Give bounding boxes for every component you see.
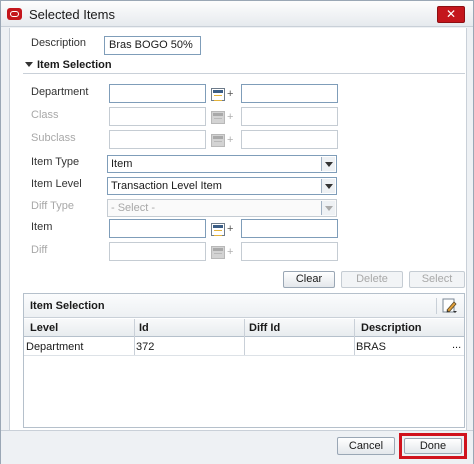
select-button: Select — [409, 271, 465, 288]
item-label: Item — [31, 221, 53, 233]
diff-desc-field — [241, 242, 338, 261]
class-desc-field — [241, 107, 338, 126]
section-divider — [23, 73, 465, 74]
collapse-arrow-icon[interactable] — [25, 62, 33, 67]
column-header-id[interactable]: Id — [139, 322, 149, 334]
diff-type-select: - Select - — [107, 199, 337, 217]
subclass-label: Subclass — [31, 132, 76, 144]
column-header-description[interactable]: Description — [361, 322, 422, 334]
cell-description: BRAS — [356, 341, 386, 353]
department-plus-icon[interactable]: + — [227, 88, 233, 100]
toolbar-separator — [436, 298, 437, 314]
edit-pencil-icon[interactable] — [442, 298, 458, 314]
cell-more-button[interactable]: ... — [452, 339, 461, 351]
selected-items-dialog: Selected Items ✕ Description Bras BOGO 5… — [0, 0, 474, 464]
cell-level: Department — [26, 341, 84, 353]
column-header-level[interactable]: Level — [30, 322, 58, 334]
done-button[interactable]: Done — [404, 438, 462, 454]
class-lov-icon — [211, 111, 225, 124]
class-input — [109, 107, 206, 126]
class-label: Class — [31, 109, 59, 121]
class-plus-icon: + — [227, 111, 234, 123]
department-lov-icon[interactable] — [211, 88, 225, 101]
cell-id: 372 — [136, 341, 155, 353]
diff-lov-icon — [211, 246, 225, 259]
subclass-plus-icon: + — [227, 134, 234, 146]
item-selection-header-label: Item Selection — [37, 59, 112, 71]
item-level-label: Item Level — [31, 178, 82, 190]
diff-input — [109, 242, 206, 261]
panel-header: Item Selection — [24, 294, 464, 318]
item-type-label: Item Type — [31, 156, 80, 168]
clear-button[interactable]: Clear — [283, 271, 335, 288]
column-header-diff-id[interactable]: Diff Id — [249, 322, 280, 334]
title-bar: Selected Items ✕ — [1, 1, 473, 27]
dialog-title: Selected Items — [29, 7, 115, 22]
panel-title: Item Selection — [30, 300, 105, 312]
chevron-down-icon — [321, 201, 335, 215]
department-label: Department — [31, 86, 89, 98]
item-selection-panel: Item Selection Level Id Diff Id Descript… — [23, 293, 465, 428]
item-level-select[interactable]: Transaction Level Item — [107, 177, 337, 195]
oracle-logo-icon — [7, 8, 22, 20]
cancel-button[interactable]: Cancel — [337, 437, 395, 455]
table-row[interactable]: Department 372 BRAS ... — [24, 338, 464, 356]
item-desc-field — [241, 219, 338, 238]
chevron-down-icon[interactable] — [321, 157, 335, 171]
item-lov-icon[interactable] — [211, 223, 225, 236]
department-desc-field — [241, 84, 338, 103]
chevron-down-icon[interactable] — [321, 179, 335, 193]
department-input[interactable] — [109, 84, 206, 103]
description-value: Bras BOGO 50% — [104, 36, 201, 55]
item-type-select[interactable]: Item — [107, 155, 337, 173]
subclass-desc-field — [241, 130, 338, 149]
description-label: Description — [31, 37, 87, 49]
diff-type-value: - Select - — [111, 202, 156, 214]
diff-label: Diff — [31, 244, 48, 256]
item-input[interactable] — [109, 219, 206, 238]
item-type-value: Item — [111, 158, 133, 170]
item-level-value: Transaction Level Item — [111, 180, 222, 192]
item-selection-header[interactable]: Item Selection — [25, 59, 112, 71]
diff-plus-icon: + — [227, 246, 234, 258]
delete-button: Delete — [341, 271, 403, 288]
subclass-input — [109, 130, 206, 149]
subclass-lov-icon — [211, 134, 225, 147]
diff-type-label: Diff Type — [31, 200, 75, 212]
close-icon[interactable]: ✕ — [437, 6, 465, 23]
item-plus-icon[interactable]: + — [227, 223, 233, 235]
